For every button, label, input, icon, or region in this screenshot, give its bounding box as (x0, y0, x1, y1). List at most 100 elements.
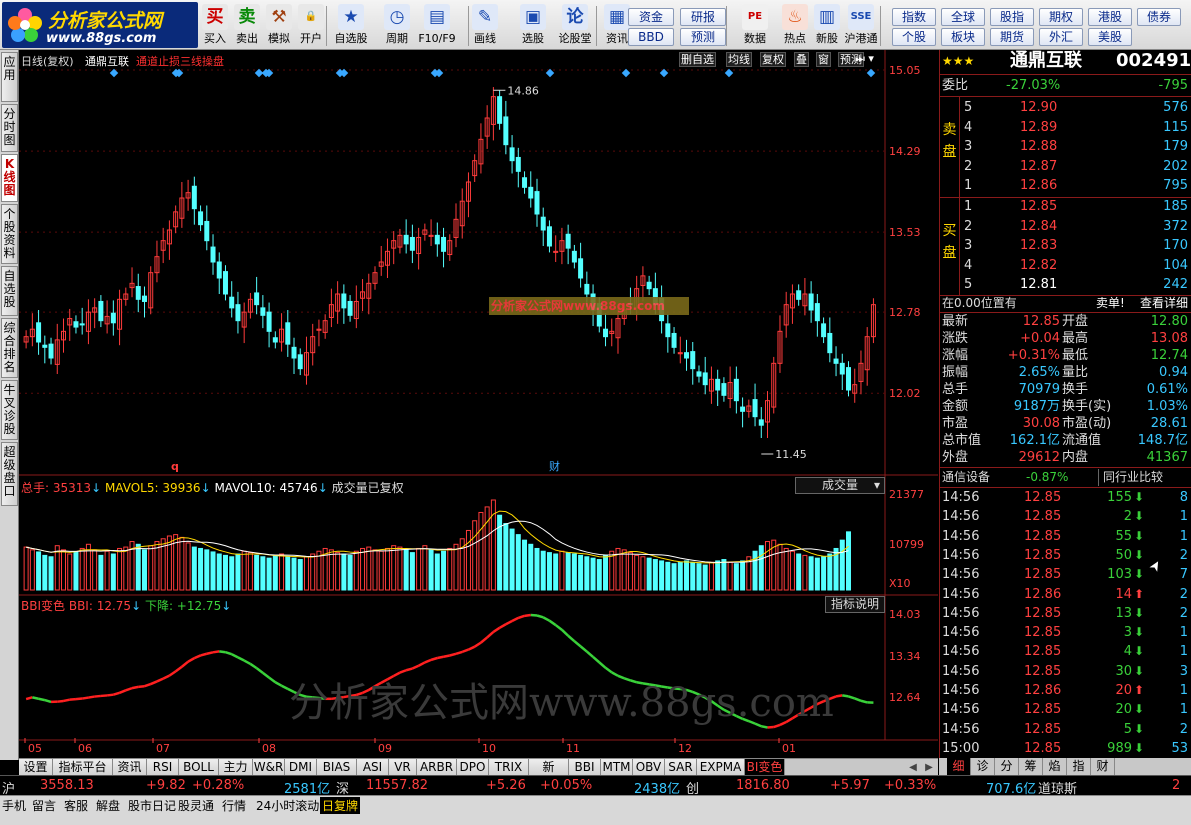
pill-2[interactable]: BBD (628, 28, 674, 46)
quote-tab-5[interactable]: 指 (1067, 758, 1091, 775)
pill-1[interactable]: 研报 (680, 8, 726, 26)
period-button[interactable]: ◷ 周期 (376, 4, 418, 48)
open-account-button[interactable]: 🔒 开户 (296, 4, 326, 48)
marker-q[interactable]: q (171, 460, 179, 473)
left-tab-6[interactable]: 牛叉诊股 (1, 380, 18, 440)
market-pill-6[interactable]: 个股 (892, 28, 936, 46)
indicator-tab-18[interactable]: SAR (665, 759, 697, 776)
indicator-tab-6[interactable]: W&R (253, 759, 285, 776)
left-tab-2[interactable]: K线图 (1, 154, 18, 202)
quote-tab-2[interactable]: 分 (995, 758, 1019, 775)
indicator-tab-16[interactable]: MTM (601, 759, 633, 776)
tab-next-icon[interactable]: ▶ (921, 759, 937, 776)
detail-link[interactable]: 查看详细 (1140, 295, 1188, 312)
ask-volume: 795 (1163, 178, 1188, 193)
watchlist-button[interactable]: ★ 自选股 (330, 4, 372, 48)
indicator-tab-1[interactable]: 指标平台 (53, 759, 113, 776)
status-item-4[interactable]: 股市日记 (128, 797, 176, 814)
chart-nav-icon[interactable]: ⏭ ▾ (855, 52, 874, 66)
indicator-tab-3[interactable]: RSI (147, 759, 179, 776)
status-item-5[interactable]: 股灵通 (178, 797, 214, 814)
quote-tab-6[interactable]: 财 (1091, 758, 1115, 775)
left-tab-7[interactable]: 超级盘口 (1, 442, 18, 506)
market-pill-7[interactable]: 板块 (941, 28, 985, 46)
forum-button[interactable]: 论论股堂 (554, 4, 596, 48)
indicator-tab-11[interactable]: ARBR (417, 759, 457, 776)
bbi-line (212, 650, 220, 654)
pill-0[interactable]: 资金 (628, 8, 674, 26)
candle-body (696, 371, 702, 377)
quote-tab-1[interactable]: 诊 (971, 758, 995, 775)
indicator-tab-2[interactable]: 资讯 (113, 759, 147, 776)
volume-select[interactable]: 成交量 ▾ (795, 477, 885, 494)
indicator-tab-9[interactable]: ASI (357, 759, 389, 776)
volume-bar (821, 556, 827, 591)
indicator-tab-7[interactable]: DMI (285, 759, 317, 776)
f10-button[interactable]: ▤ F10/F9 (416, 4, 458, 48)
simulate-button[interactable]: ⚒ 模拟 (264, 4, 294, 48)
left-tab-5[interactable]: 综合排名 (1, 318, 18, 378)
draw-line-button[interactable]: ✎ 画线 (464, 4, 506, 48)
draw-line-button-label: 画线 (474, 32, 496, 45)
chart-btn-1[interactable]: 均线 (726, 52, 752, 67)
status-item-0[interactable]: 手机 (2, 797, 26, 814)
indicator-tab-12[interactable]: DPO (457, 759, 489, 776)
quote-tab-0[interactable]: 细 (947, 758, 971, 775)
market-pill-10[interactable]: 美股 (1088, 28, 1132, 46)
market-pill-0[interactable]: 指数 (892, 8, 936, 26)
sell-button[interactable]: 卖卖出 (232, 4, 262, 48)
volume-bar (266, 557, 272, 591)
status-item-8[interactable]: 日复牌 (320, 797, 361, 814)
indicator-tab-5[interactable]: 主力 (219, 759, 253, 776)
indicator-tab-0[interactable]: 设置 (19, 759, 53, 776)
hk-connect-icon: SSE (848, 4, 874, 30)
status-item-7[interactable]: 24小时滚动 (256, 797, 319, 814)
left-tab-0[interactable]: 应用 (1, 52, 18, 102)
quote-tab-3[interactable]: 筹 (1019, 758, 1043, 775)
indicator-tab-19[interactable]: EXPMA (697, 759, 745, 776)
indicator-tab-14[interactable]: 新DMA (529, 759, 569, 790)
market-pill-4[interactable]: 港股 (1088, 8, 1132, 26)
market-pill-2[interactable]: 股指 (990, 8, 1034, 26)
market-pill-9[interactable]: 外汇 (1039, 28, 1083, 46)
buy-button-label: 买入 (204, 32, 226, 45)
left-tab-3[interactable]: 个股资料 (1, 204, 18, 264)
market-pill-8[interactable]: 期货 (990, 28, 1034, 46)
toolbar-separator (880, 6, 881, 46)
status-item-3[interactable]: 解盘 (96, 797, 120, 814)
market-pill-1[interactable]: 全球 (941, 8, 985, 26)
hk-connect-button[interactable]: SSE 沪港通 (840, 4, 882, 48)
market-pill-5[interactable]: 债券 (1137, 8, 1181, 26)
chart-btn-2[interactable]: 复权 (760, 52, 786, 67)
tab-prev-icon[interactable]: ◀ (905, 759, 921, 776)
buy-button[interactable]: 买买入 (200, 4, 230, 48)
stock-picker-button[interactable]: ▣ 选股 (512, 4, 554, 48)
kline-chart[interactable]: 15.05 14.29 13.53 12.78 12.02 14.86 11.45 q 财 213… (19, 50, 938, 758)
status-item-2[interactable]: 客服 (64, 797, 88, 814)
pill-3[interactable]: 预测 (680, 28, 726, 46)
data-button[interactable]: PE 数据 (734, 4, 776, 48)
marker-financial[interactable]: 财 (549, 459, 560, 473)
chart-indicator-name[interactable]: 通道止损三线操盘 (136, 53, 224, 69)
indicator-tab-13[interactable]: TRIX (489, 759, 529, 776)
indicator-tab-17[interactable]: OBV (633, 759, 665, 776)
indicator-help-button[interactable]: 指标说明 (825, 596, 885, 613)
indicator-tab-20[interactable]: BI变色 (745, 759, 785, 776)
chart-btn-0[interactable]: 删自选 (679, 52, 716, 67)
chart-btn-3[interactable]: 叠 (794, 52, 809, 67)
tick-row: 14:56 12.85 13 ⬇ 2 (940, 605, 1191, 622)
quote-tab-4[interactable]: 焰 (1043, 758, 1067, 775)
status-item-6[interactable]: 行情 (222, 797, 246, 814)
left-tab-1[interactable]: 分时图 (1, 104, 18, 152)
indicator-tab-10[interactable]: VR (389, 759, 417, 776)
stat-label: 涨跌 (942, 331, 969, 346)
status-item-1[interactable]: 留言 (32, 797, 56, 814)
indicator-tab-4[interactable]: BOLL (179, 759, 219, 776)
market-pill-3[interactable]: 期权 (1039, 8, 1083, 26)
industry-compare-button[interactable]: 同行业比较 (1098, 469, 1163, 486)
left-tab-4[interactable]: 自选股 (1, 266, 18, 316)
volume-bar (441, 550, 447, 591)
indicator-tab-15[interactable]: BBI (569, 759, 601, 776)
chart-btn-4[interactable]: 窗 (816, 52, 831, 67)
indicator-tab-8[interactable]: BIAS (317, 759, 357, 776)
